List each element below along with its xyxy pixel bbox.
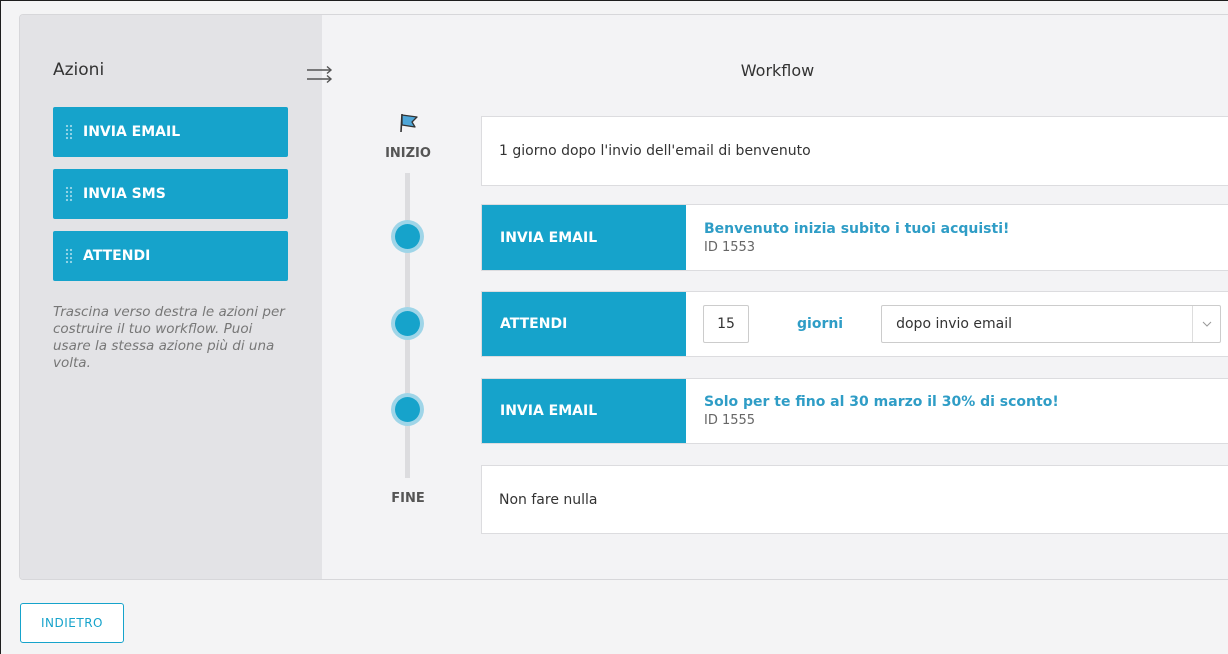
- chevron-down-icon[interactable]: [1192, 306, 1220, 342]
- email-id: ID 1553: [704, 239, 756, 255]
- workflow-step-send-email-2[interactable]: INVIA EMAIL Solo per te fino al 30 marzo…: [481, 378, 1228, 444]
- end-row[interactable]: Non fare nulla: [481, 465, 1228, 534]
- end-label: FINE: [391, 491, 425, 506]
- back-button[interactable]: INDIETRO: [20, 603, 124, 643]
- email-info: Benvenuto inizia subito i tuoi acquisti!…: [686, 221, 1009, 255]
- email-title[interactable]: Benvenuto inizia subito i tuoi acquisti!: [704, 221, 1009, 237]
- trigger-row[interactable]: 1 giorno dopo l'invio dell'email di benv…: [481, 116, 1228, 186]
- action-wait[interactable]: ATTENDI: [53, 231, 288, 281]
- start-flag-icon: [400, 113, 418, 133]
- wait-quantity-input[interactable]: [703, 305, 749, 343]
- actions-sidebar: Azioni INVIA EMAIL INVIA SMS ATTENDI Tra…: [20, 15, 322, 579]
- email-info: Solo per te fino al 30 marzo il 30% di s…: [686, 394, 1059, 428]
- action-label: INVIA SMS: [83, 186, 166, 202]
- drag-handle-icon[interactable]: [65, 248, 73, 264]
- timeline-node: [395, 224, 420, 249]
- action-send-email[interactable]: INVIA EMAIL: [53, 107, 288, 157]
- sidebar-hint: Trascina verso destra le azioni per cost…: [53, 304, 285, 371]
- email-id: ID 1555: [704, 413, 756, 428]
- workflow-step-wait[interactable]: ATTENDI giorni dopo invio email: [481, 291, 1228, 357]
- email-title[interactable]: Solo per te fino al 30 marzo il 30% di s…: [704, 394, 1059, 410]
- action-label: INVIA EMAIL: [83, 124, 181, 140]
- wait-condition-select[interactable]: dopo invio email: [881, 305, 1222, 343]
- workflow-title: Workflow: [740, 61, 815, 80]
- timeline-node: [395, 311, 420, 336]
- workflow-editor-panel: Azioni INVIA EMAIL INVIA SMS ATTENDI Tra…: [19, 14, 1228, 580]
- timeline-node: [395, 397, 420, 422]
- drag-handle-icon[interactable]: [65, 186, 73, 202]
- wait-unit-label: giorni: [797, 316, 844, 332]
- sidebar-title: Azioni: [53, 60, 105, 80]
- step-tag: INVIA EMAIL: [482, 205, 686, 270]
- step-tag: INVIA EMAIL: [482, 379, 686, 443]
- action-send-sms[interactable]: INVIA SMS: [53, 169, 288, 219]
- action-label: ATTENDI: [83, 248, 151, 264]
- workflow-step-send-email[interactable]: INVIA EMAIL Benvenuto inizia subito i tu…: [481, 204, 1228, 271]
- select-value: dopo invio email: [896, 316, 1013, 332]
- drag-handle-icon[interactable]: [65, 124, 73, 140]
- wait-controls: giorni dopo invio email: [686, 305, 1222, 343]
- step-tag: ATTENDI: [482, 292, 686, 356]
- trigger-text: 1 giorno dopo l'invio dell'email di benv…: [499, 143, 811, 159]
- start-label: INIZIO: [385, 146, 431, 161]
- end-action-text: Non fare nulla: [499, 491, 598, 508]
